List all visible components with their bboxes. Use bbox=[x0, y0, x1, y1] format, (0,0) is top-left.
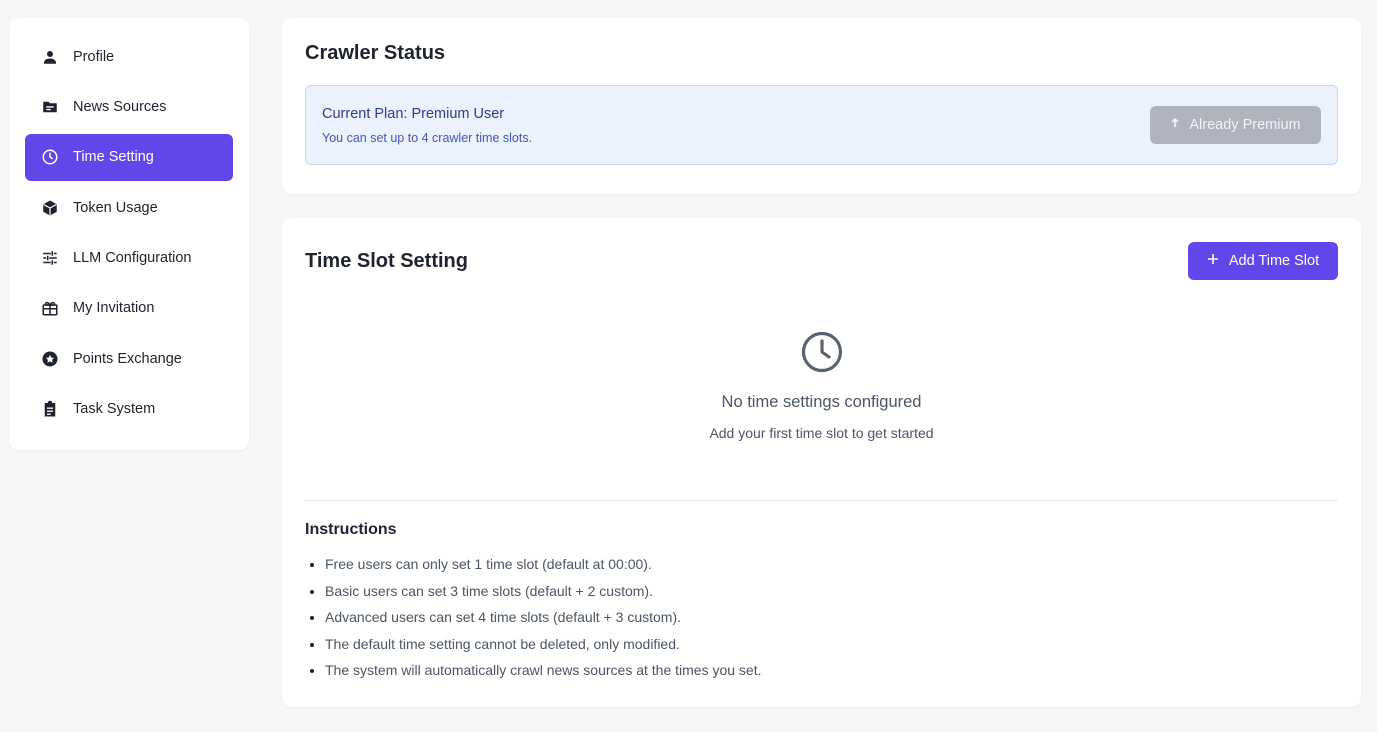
sidebar-item-label: My Invitation bbox=[73, 300, 155, 317]
current-plan-description: You can set up to 4 crawler time slots. bbox=[322, 130, 533, 145]
sidebar-item-label: Points Exchange bbox=[73, 350, 182, 367]
upgrade-arrow-icon bbox=[1170, 117, 1180, 133]
current-plan-box: Current Plan: Premium User You can set u… bbox=[305, 85, 1338, 165]
sidebar-item-label: Profile bbox=[73, 48, 115, 65]
list-item: The system will automatically crawl news… bbox=[325, 657, 1338, 684]
list-item: Free users can only set 1 time slot (def… bbox=[325, 551, 1338, 578]
folder-icon bbox=[40, 97, 60, 117]
divider bbox=[305, 500, 1338, 501]
clock-icon bbox=[40, 147, 60, 167]
clipboard-icon bbox=[40, 399, 60, 419]
list-item: Basic users can set 3 time slots (defaul… bbox=[325, 578, 1338, 605]
time-slot-header: Time Slot Setting Add Time Slot bbox=[305, 242, 1338, 280]
empty-state-title: No time settings configured bbox=[721, 393, 922, 411]
instructions-title: Instructions bbox=[305, 521, 397, 538]
sidebar-item-news-sources[interactable]: News Sources bbox=[25, 83, 233, 130]
sidebar-item-llm-configuration[interactable]: LLM Configuration bbox=[25, 235, 233, 282]
sidebar-item-points-exchange[interactable]: Points Exchange bbox=[25, 335, 233, 382]
list-item: Advanced users can set 4 time slots (def… bbox=[325, 604, 1338, 631]
sidebar-item-time-setting[interactable]: Time Setting bbox=[25, 133, 233, 181]
clock-icon bbox=[801, 331, 842, 373]
settings-sidebar: Profile News Sources Time Setting Token … bbox=[9, 18, 249, 450]
list-item: The default time setting cannot be delet… bbox=[325, 631, 1338, 658]
person-icon bbox=[40, 47, 60, 67]
gift-icon bbox=[40, 298, 60, 318]
sidebar-item-token-usage[interactable]: Token Usage bbox=[25, 184, 233, 231]
star-badge-icon bbox=[40, 349, 60, 369]
add-time-slot-label: Add Time Slot bbox=[1228, 253, 1320, 269]
empty-state-subtitle: Add your first time slot to get started bbox=[709, 425, 934, 441]
time-slot-card: Time Slot Setting Add Time Slot No time … bbox=[282, 218, 1361, 707]
crawler-status-card: Crawler Status Current Plan: Premium Use… bbox=[282, 18, 1361, 194]
already-premium-button[interactable]: Already Premium bbox=[1150, 106, 1321, 144]
sidebar-item-profile[interactable]: Profile bbox=[25, 33, 233, 80]
sidebar-item-my-invitation[interactable]: My Invitation bbox=[25, 285, 233, 332]
sidebar-item-task-system[interactable]: Task System bbox=[25, 386, 233, 433]
sidebar-item-label: LLM Configuration bbox=[73, 250, 192, 267]
sidebar-item-label: Task System bbox=[73, 401, 156, 418]
current-plan-title: Current Plan: Premium User bbox=[322, 105, 505, 122]
already-premium-label: Already Premium bbox=[1189, 117, 1301, 133]
add-time-slot-button[interactable]: Add Time Slot bbox=[1188, 242, 1338, 280]
crawler-status-title: Crawler Status bbox=[305, 42, 446, 64]
time-slot-title: Time Slot Setting bbox=[305, 249, 468, 272]
empty-state: No time settings configured Add your fir… bbox=[305, 330, 1338, 441]
sidebar-item-label: Time Setting bbox=[73, 149, 154, 166]
sidebar-item-label: News Sources bbox=[73, 98, 167, 115]
cube-icon bbox=[40, 198, 60, 218]
sliders-icon bbox=[40, 248, 60, 268]
plus-icon bbox=[1207, 253, 1219, 269]
instructions-list: Free users can only set 1 time slot (def… bbox=[305, 551, 1338, 684]
sidebar-item-label: Token Usage bbox=[73, 199, 158, 216]
